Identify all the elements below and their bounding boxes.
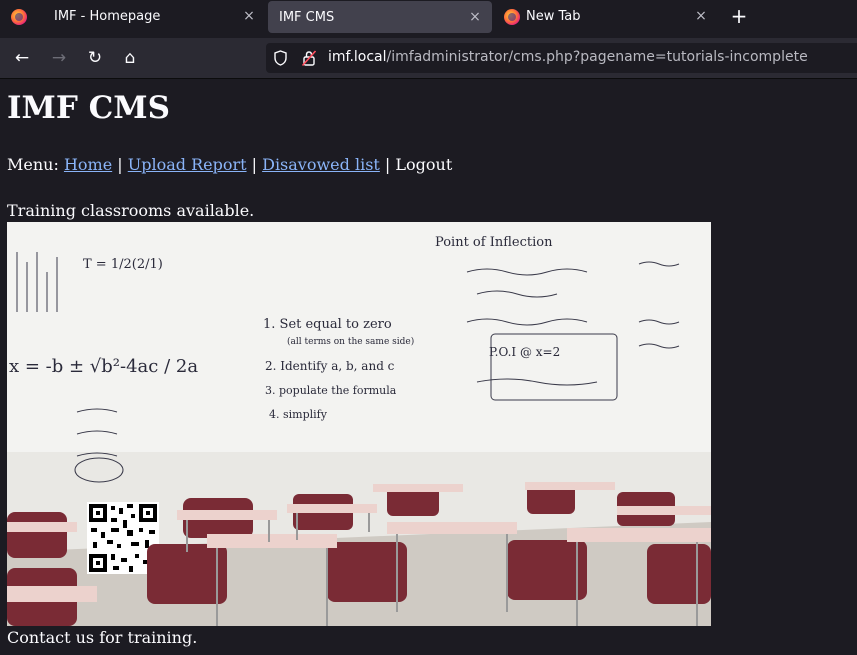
tab-strip: IMF - Homepage × IMF CMS × New Tab × + [0, 0, 857, 35]
menu-separator: | [379, 155, 396, 174]
close-tab-icon[interactable]: × [468, 10, 482, 24]
url-text[interactable]: imf.local/imfadministrator/cms.php?pagen… [328, 49, 808, 65]
address-bar[interactable]: imf.local/imfadministrator/cms.php?pagen… [266, 43, 857, 73]
board-text: (all terms on the same side) [287, 336, 414, 347]
page-title: IMF CMS [7, 90, 170, 126]
close-tab-icon[interactable]: × [694, 9, 708, 23]
tab-label: IMF - Homepage [54, 9, 161, 24]
menu-label: Menu: [7, 155, 64, 174]
tab-new-tab[interactable]: New Tab × [494, 0, 718, 33]
board-text: 4. simplify [269, 408, 328, 421]
tab-imf-homepage[interactable]: IMF - Homepage × [42, 0, 266, 33]
contact-text: Contact us for training. [7, 628, 198, 647]
menu-link-home[interactable]: Home [64, 155, 112, 174]
board-text: x = -b ± √b²-4ac / 2a [9, 356, 198, 377]
back-button[interactable]: ← [12, 48, 32, 68]
shield-icon[interactable] [274, 50, 287, 66]
url-path: /imfadministrator/cms.php?pagename=tutor… [386, 49, 808, 65]
board-text: P.O.I @ x=2 [489, 345, 560, 359]
menu-link-disavowed-list[interactable]: Disavowed list [262, 155, 380, 174]
page-content: IMF CMS Menu: Home | Upload Report | Dis… [0, 79, 857, 655]
site-menu: Menu: Home | Upload Report | Disavowed l… [7, 155, 452, 174]
board-text: Point of Inflection [435, 235, 553, 250]
board-text: 2. Identify a, b, and c [265, 359, 395, 373]
classroom-photo: Point of Inflection 1. Set equal to zero… [7, 222, 711, 626]
new-tab-button[interactable]: + [729, 6, 749, 26]
tab-label: IMF CMS [279, 9, 335, 25]
insecure-lock-icon[interactable] [302, 50, 316, 66]
home-button[interactable]: ⌂ [120, 48, 140, 68]
intro-text: Training classrooms available. [7, 201, 255, 220]
tab-imf-cms[interactable]: IMF CMS × [268, 1, 492, 33]
menu-item-logout: Logout [395, 155, 453, 174]
url-host: imf.local [328, 49, 387, 65]
board-text: 1. Set equal to zero [263, 317, 392, 332]
forward-button[interactable]: → [49, 48, 69, 68]
menu-link-upload-report[interactable]: Upload Report [128, 155, 247, 174]
firefox-icon [504, 9, 520, 25]
firefox-icon [11, 9, 27, 25]
navigation-toolbar: ← → ↻ ⌂ imf.local/imfadministrator/cms.p… [0, 38, 857, 79]
tab-label: New Tab [526, 9, 581, 24]
board-text: T = 1/2(2/1) [83, 257, 163, 272]
board-text: 3. populate the formula [265, 384, 397, 397]
menu-separator: | [246, 155, 263, 174]
close-tab-icon[interactable]: × [242, 9, 256, 23]
menu-separator: | [112, 155, 128, 174]
reload-button[interactable]: ↻ [85, 48, 105, 68]
